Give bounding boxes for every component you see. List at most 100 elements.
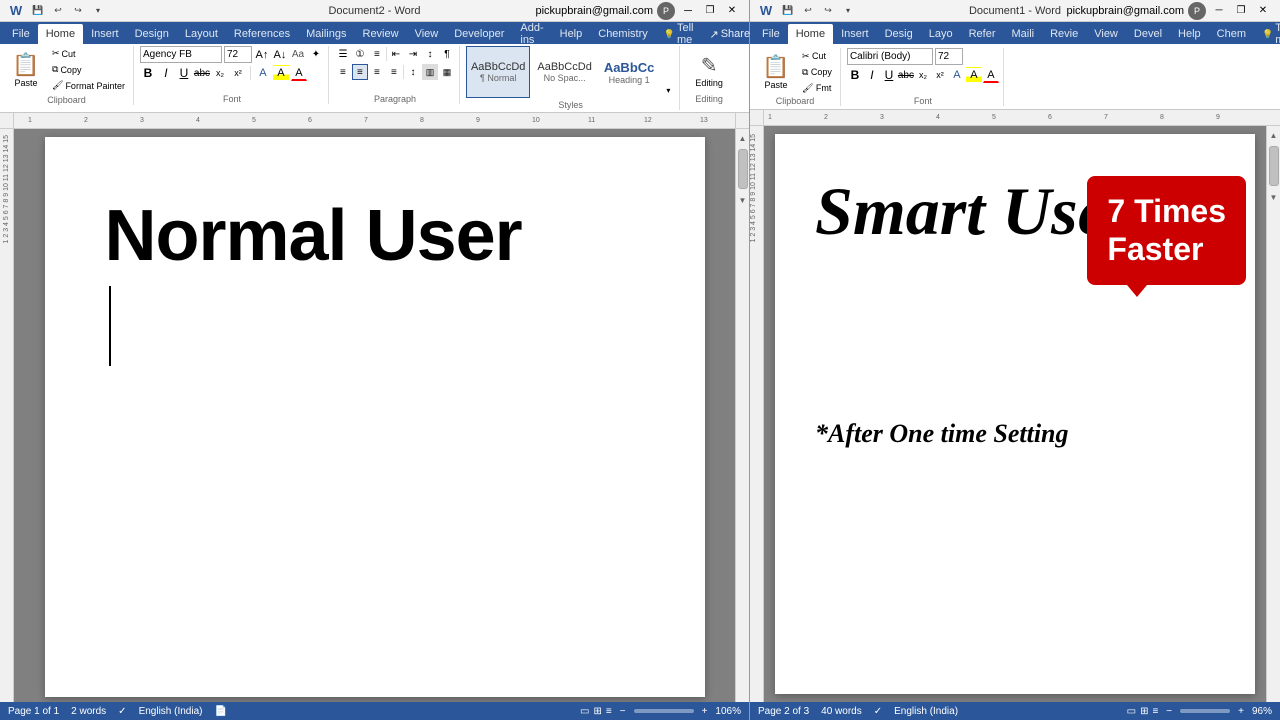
underline-btn[interactable]: U <box>176 65 192 81</box>
tab-view-left[interactable]: View <box>407 24 447 44</box>
left-zoom-in-btn[interactable]: + <box>702 706 708 717</box>
right-subscript-btn[interactable]: x₂ <box>915 67 931 83</box>
tab-view-right[interactable]: View <box>1086 24 1126 44</box>
tab-devel-right[interactable]: Devel <box>1126 24 1170 44</box>
tab-home-right[interactable]: Home <box>788 24 833 44</box>
tab-design-left[interactable]: Design <box>127 24 177 44</box>
font-size-input[interactable] <box>224 46 252 63</box>
customize-qat-btn[interactable]: ▾ <box>90 3 106 19</box>
right-restore-btn[interactable]: ❐ <box>1232 4 1250 18</box>
right-scroll-thumb[interactable] <box>1269 146 1279 186</box>
right-print-view[interactable]: ▭ <box>1127 706 1136 717</box>
right-bold-btn[interactable]: B <box>847 67 863 83</box>
tab-developer-left[interactable]: Developer <box>446 24 512 44</box>
format-painter-button[interactable]: 🖌Format Painter <box>48 78 129 93</box>
numbering-btn[interactable]: ① <box>352 46 368 62</box>
right-vscrollbar[interactable]: ▲ ▼ <box>1266 126 1280 702</box>
font-name-input[interactable] <box>140 46 222 63</box>
right-save-qat[interactable]: 💾 <box>780 3 796 19</box>
tab-help-left[interactable]: Help <box>552 24 591 44</box>
right-format-btn[interactable]: 🖌 Fmt <box>798 81 836 96</box>
right-doc-area[interactable]: 7 Times Faster Smart User* *After One ti… <box>764 126 1266 702</box>
bullets-btn[interactable]: ☰ <box>335 46 351 62</box>
tab-file-right[interactable]: File <box>754 24 788 44</box>
right-copy-btn[interactable]: ⧉ Copy <box>798 65 836 80</box>
right-paste-button[interactable]: 📋 Paste <box>754 48 798 96</box>
text-effects-btn[interactable]: A <box>255 65 271 81</box>
align-center-btn[interactable]: ≡ <box>352 64 368 80</box>
right-redo-qat[interactable]: ↪ <box>820 3 836 19</box>
superscript-btn[interactable]: x² <box>230 65 246 81</box>
strikethrough-btn[interactable]: abc <box>194 65 210 81</box>
tab-tellme-left[interactable]: 💡Tell me <box>656 24 702 44</box>
tab-maili-right[interactable]: Maili <box>1003 24 1042 44</box>
right-scroll-up[interactable]: ▲ <box>1267 128 1280 142</box>
show-marks-btn[interactable]: ¶ <box>439 46 455 62</box>
web-view-btn[interactable]: ⊞ <box>594 706 602 717</box>
editing-button[interactable]: ✎ Editing <box>686 48 732 93</box>
save-qat-btn[interactable]: 💾 <box>30 3 46 19</box>
left-zoom-out-btn[interactable]: − <box>620 706 626 717</box>
tab-revie-right[interactable]: Revie <box>1042 24 1086 44</box>
sort-btn[interactable]: ↕ <box>422 46 438 62</box>
cut-button[interactable]: ✂Cut <box>48 46 129 61</box>
line-spacing-btn[interactable]: ↕ <box>405 64 421 80</box>
left-restore-btn[interactable]: ❐ <box>701 4 719 18</box>
print-view-btn[interactable]: ▭ <box>580 706 589 717</box>
shading-btn[interactable]: ▥ <box>422 64 438 80</box>
undo-qat-btn[interactable]: ↩ <box>50 3 66 19</box>
left-minimize-btn[interactable]: ─ <box>679 4 697 18</box>
right-superscript-btn[interactable]: x² <box>932 67 948 83</box>
right-web-view[interactable]: ⊞ <box>1140 706 1148 717</box>
multilevel-btn[interactable]: ≡ <box>369 46 385 62</box>
right-minimize-btn[interactable]: ─ <box>1210 4 1228 18</box>
right-undo-qat[interactable]: ↩ <box>800 3 816 19</box>
right-strikethrough-btn[interactable]: abc <box>898 67 914 83</box>
scroll-down-btn[interactable]: ▼ <box>736 193 750 207</box>
justify-btn[interactable]: ≡ <box>386 64 402 80</box>
right-text-effects-btn[interactable]: A <box>949 67 965 83</box>
right-underline-btn[interactable]: U <box>881 67 897 83</box>
right-close-btn[interactable]: ✕ <box>1254 4 1272 18</box>
align-left-btn[interactable]: ≡ <box>335 64 351 80</box>
tab-addins-left[interactable]: Add-ins <box>512 24 551 44</box>
tab-help-right[interactable]: Help <box>1170 24 1209 44</box>
style-normal[interactable]: AaBbCcDd ¶ Normal <box>466 46 530 98</box>
right-customize-qat[interactable]: ▾ <box>840 3 856 19</box>
increase-indent-btn[interactable]: ⇥ <box>405 46 421 62</box>
tab-layo-right[interactable]: Layo <box>921 24 961 44</box>
scroll-up-btn[interactable]: ▲ <box>736 131 750 145</box>
decrease-indent-btn[interactable]: ⇤ <box>388 46 404 62</box>
right-italic-btn[interactable]: I <box>864 67 880 83</box>
tab-tellme-right[interactable]: 💡Tell me <box>1254 24 1280 44</box>
tab-refer-right[interactable]: Refer <box>961 24 1004 44</box>
borders-btn[interactable]: ▦ <box>439 64 455 80</box>
copy-button[interactable]: ⧉Copy <box>48 62 129 77</box>
highlight-btn[interactable]: A <box>273 65 289 81</box>
styles-more-btn[interactable]: ▾ <box>661 82 675 98</box>
tab-home-left[interactable]: Home <box>38 24 83 44</box>
grow-font-btn[interactable]: A↑ <box>254 47 270 63</box>
bold-btn[interactable]: B <box>140 65 156 81</box>
right-highlight-btn[interactable]: A <box>966 67 982 83</box>
style-heading1[interactable]: AaBbCc Heading 1 <box>599 46 660 98</box>
right-zoom-out[interactable]: − <box>1166 706 1172 717</box>
tab-mailings-left[interactable]: Mailings <box>298 24 354 44</box>
right-scroll-down[interactable]: ▼ <box>1267 190 1280 204</box>
redo-qat-btn[interactable]: ↪ <box>70 3 86 19</box>
tab-references-left[interactable]: References <box>226 24 298 44</box>
right-cut-btn[interactable]: ✂ Cut <box>798 49 836 64</box>
right-zoom-in[interactable]: + <box>1238 706 1244 717</box>
style-nospace[interactable]: AaBbCcDd No Spac... <box>532 46 596 98</box>
tab-insert-right[interactable]: Insert <box>833 24 877 44</box>
change-case-btn[interactable]: Aa <box>290 47 306 63</box>
tab-file-left[interactable]: File <box>4 24 38 44</box>
tab-review-left[interactable]: Review <box>355 24 407 44</box>
right-read-view[interactable]: ≡ <box>1152 706 1158 717</box>
tab-chemistry-left[interactable]: Chemistry <box>590 24 656 44</box>
tab-desig-right[interactable]: Desig <box>877 24 921 44</box>
clear-formatting-btn[interactable]: ✦ <box>308 47 324 63</box>
tab-chem-right[interactable]: Chem <box>1209 24 1254 44</box>
subscript-btn[interactable]: x₂ <box>212 65 228 81</box>
tab-insert-left[interactable]: Insert <box>83 24 127 44</box>
